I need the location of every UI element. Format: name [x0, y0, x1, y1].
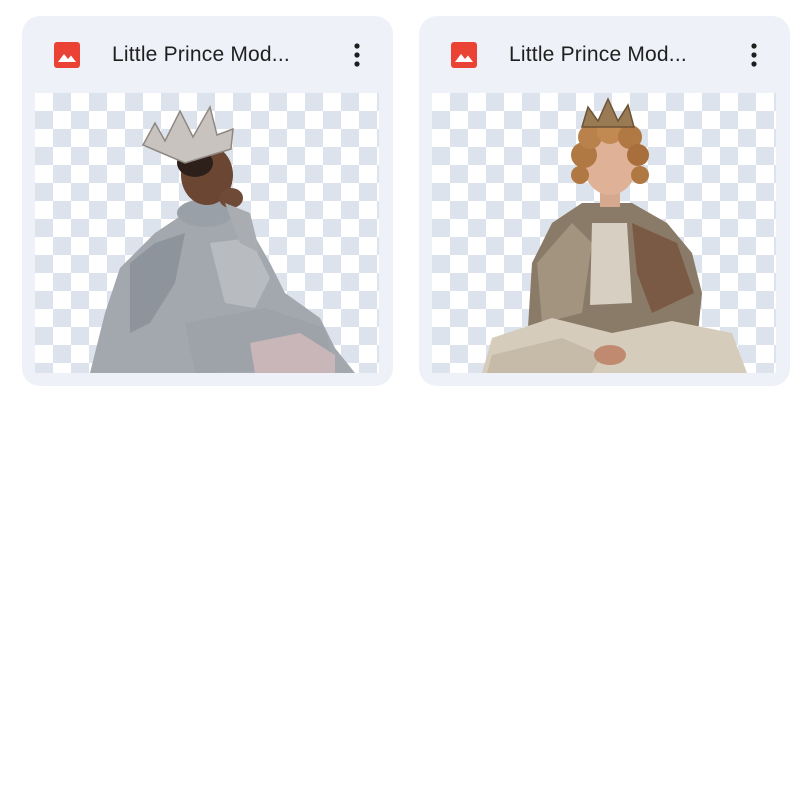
boy-in-gray-outfit-wearing-crown-photo [90, 104, 355, 373]
file-thumbnail[interactable] [432, 93, 776, 373]
more-options-button[interactable] [337, 35, 377, 75]
file-name: Little Prince Mod... [112, 43, 290, 66]
image-file-icon [54, 42, 80, 68]
file-card[interactable]: Little Prince Mod... [22, 16, 393, 386]
file-thumbnail[interactable] [35, 93, 379, 373]
file-card-header: Little Prince Mod... [22, 16, 393, 94]
curly-haired-boy-in-rustic-outfit-wearing-crown-photo [482, 97, 747, 373]
more-options-button[interactable] [734, 35, 774, 75]
more-vert-icon [354, 43, 360, 67]
file-card[interactable]: Little Prince Mod... [419, 16, 790, 386]
image-file-icon [451, 42, 477, 68]
file-name: Little Prince Mod... [509, 43, 687, 66]
file-grid: Little Prince Mod... Little Prince Mod..… [22, 16, 790, 386]
more-vert-icon [751, 43, 757, 67]
file-card-header: Little Prince Mod... [419, 16, 790, 94]
